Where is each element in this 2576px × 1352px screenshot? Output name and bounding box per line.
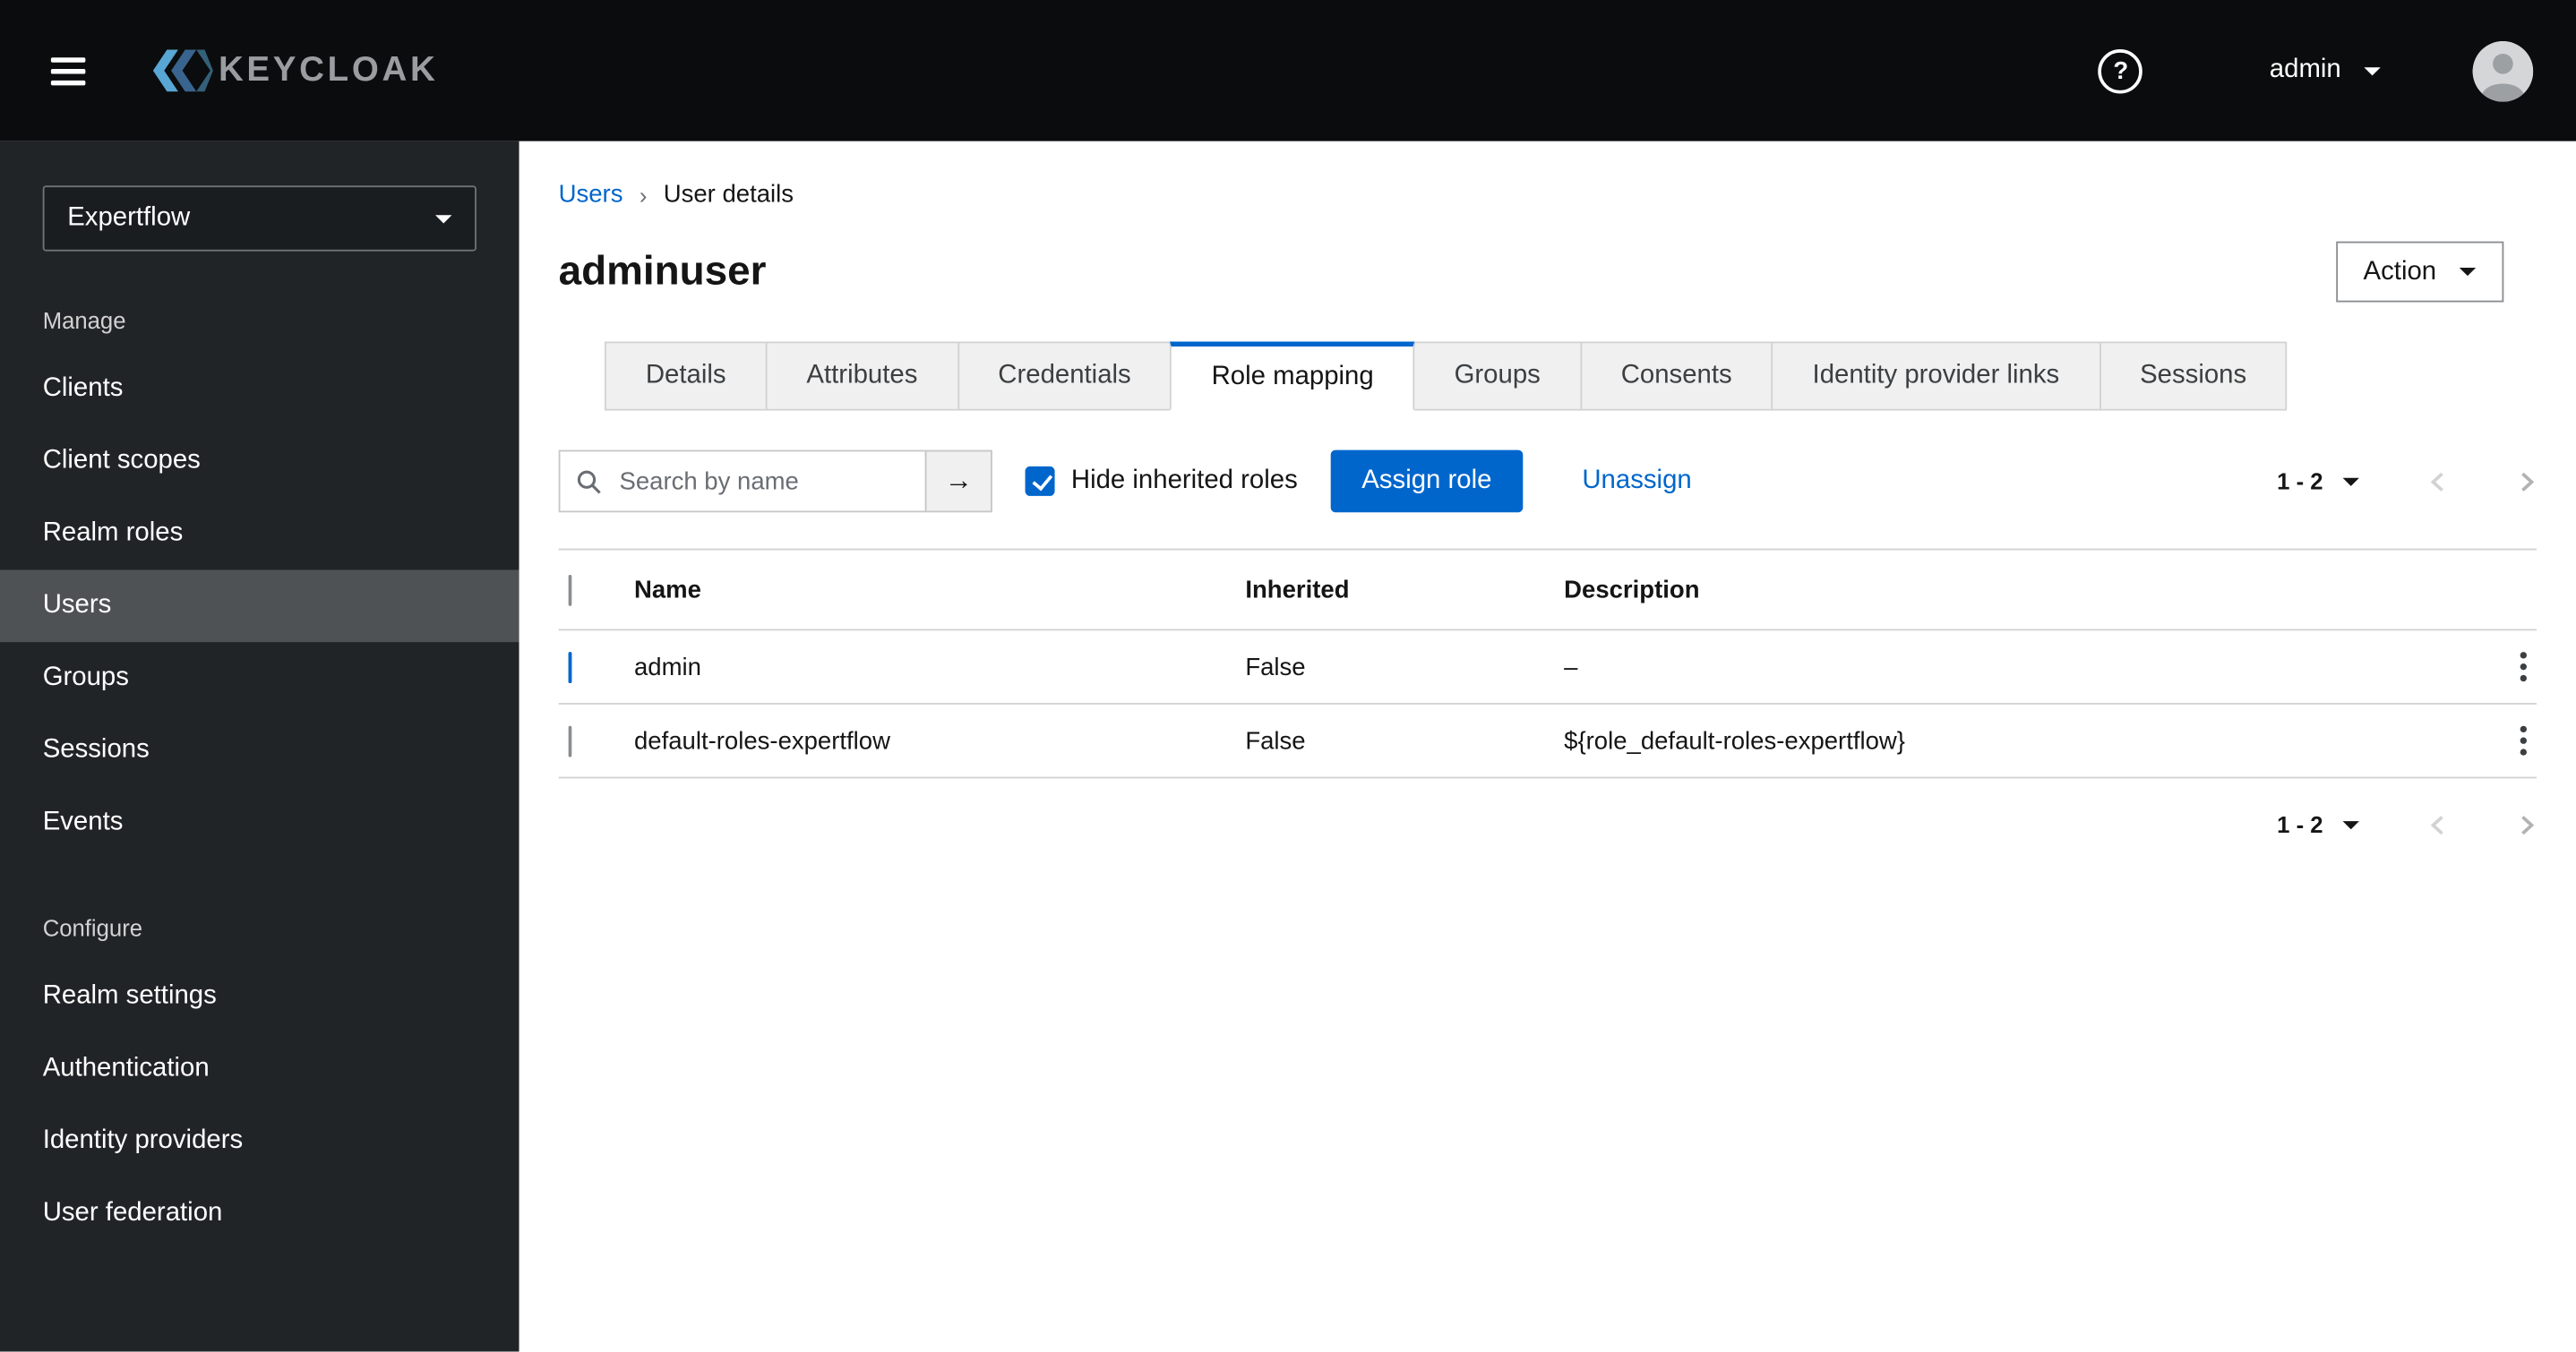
role-description: ${role_default-roles-expertflow}: [1564, 726, 1905, 755]
caret-down-icon: [2342, 820, 2359, 829]
hamburger-menu-icon[interactable]: [45, 44, 92, 98]
keycloak-logo[interactable]: KEYCLOAK: [148, 43, 438, 98]
main-content: Users › User details adminuser Action De…: [519, 141, 2576, 1352]
search-box: [558, 449, 927, 513]
page-header: adminuser Action: [558, 241, 2537, 303]
table-row: default-roles-expertflow False ${role_de…: [558, 705, 2537, 779]
tab-identity-provider-links[interactable]: Identity provider links: [1771, 341, 2101, 411]
tab-sessions[interactable]: Sessions: [2099, 341, 2288, 411]
role-name: admin: [634, 653, 701, 681]
tab-consents[interactable]: Consents: [1579, 341, 1773, 411]
sidebar-item-groups[interactable]: Groups: [0, 642, 519, 715]
row-checkbox-admin[interactable]: [568, 651, 572, 683]
action-dropdown-button[interactable]: Action: [2335, 241, 2504, 303]
masthead: KEYCLOAK ? admin: [0, 0, 2576, 141]
breadcrumb-users-link[interactable]: Users: [559, 181, 623, 209]
pagination-bottom: 1 - 2: [559, 811, 2537, 837]
brand-text: KEYCLOAK: [218, 50, 439, 90]
chevron-left-icon[interactable]: [2428, 812, 2448, 837]
sidebar-item-clients[interactable]: Clients: [0, 353, 519, 425]
caret-down-icon: [2364, 66, 2381, 75]
pagination-range-toggle[interactable]: 1 - 2: [2277, 811, 2359, 837]
user-avatar-icon: [2472, 39, 2534, 101]
sidebar-item-authentication[interactable]: Authentication: [0, 1033, 519, 1106]
tab-role-mapping[interactable]: Role mapping: [1170, 341, 1415, 411]
table-header-row: Name Inherited Description: [558, 550, 2537, 631]
select-all-checkbox[interactable]: [568, 574, 572, 605]
sidebar-item-users[interactable]: Users: [0, 569, 519, 643]
avatar[interactable]: [2472, 39, 2534, 101]
unassign-link[interactable]: Unassign: [1582, 466, 1691, 496]
column-header-description: Description: [1564, 575, 1700, 604]
role-description: –: [1564, 653, 1578, 681]
hide-inherited-roles-checkbox[interactable]: [1025, 466, 1055, 496]
table-row: admin False –: [558, 630, 2537, 705]
pagination-range: 1 - 2: [2277, 467, 2323, 495]
chevron-right-icon[interactable]: [2517, 812, 2537, 837]
tab-credentials[interactable]: Credentials: [957, 341, 1172, 411]
arrow-right-icon: →: [944, 465, 973, 496]
search-icon: [577, 469, 601, 493]
role-inherited: False: [1245, 653, 1306, 681]
pagination-top: 1 - 2: [2277, 468, 2537, 494]
realm-selector-value: Expertflow: [67, 203, 191, 232]
role-inherited: False: [1245, 726, 1306, 755]
sidebar-item-realm-roles[interactable]: Realm roles: [0, 498, 519, 570]
tab-bar: Details Attributes Credentials Role mapp…: [604, 341, 2537, 411]
role-mapping-table: Name Inherited Description admin False –…: [558, 548, 2537, 779]
pagination-range-toggle[interactable]: 1 - 2: [2277, 468, 2359, 494]
nav-section-manage: Manage: [42, 306, 126, 334]
keycloak-logo-icon: [152, 49, 213, 92]
sidebar-item-identity-providers[interactable]: Identity providers: [0, 1105, 519, 1177]
action-dropdown-label: Action: [2363, 257, 2437, 286]
column-header-name: Name: [634, 575, 701, 604]
caret-down-icon: [2342, 476, 2359, 486]
sidebar-item-events[interactable]: Events: [0, 787, 519, 860]
sidebar-item-sessions[interactable]: Sessions: [0, 715, 519, 787]
masthead-right: ? admin: [2099, 39, 2534, 101]
nav-section-configure: Configure: [42, 914, 143, 941]
chevron-down-icon: [435, 214, 452, 223]
chevron-right-icon[interactable]: [2517, 469, 2537, 494]
search-submit-button[interactable]: →: [924, 449, 992, 513]
row-checkbox-default-roles[interactable]: [568, 724, 572, 757]
hide-inherited-roles-label[interactable]: Hide inherited roles: [1071, 466, 1298, 496]
tab-groups[interactable]: Groups: [1413, 341, 1582, 411]
app-window: KEYCLOAK ? admin Expertflow Manage Clien…: [0, 0, 2576, 1352]
user-menu[interactable]: admin: [2270, 56, 2381, 85]
user-menu-label: admin: [2269, 56, 2341, 84]
chevron-left-icon[interactable]: [2428, 469, 2448, 494]
breadcrumb: Users › User details: [559, 141, 2537, 209]
caret-down-icon: [2459, 267, 2477, 277]
assign-role-button[interactable]: Assign role: [1330, 449, 1524, 513]
realm-selector[interactable]: Expertflow: [42, 185, 477, 252]
kebab-menu-icon[interactable]: [2511, 716, 2537, 766]
breadcrumb-separator-icon: ›: [639, 181, 648, 209]
page-title: adminuser: [558, 247, 767, 295]
sidebar-item-realm-settings[interactable]: Realm settings: [0, 961, 519, 1033]
search-group: →: [558, 449, 992, 513]
toolbar: → Hide inherited roles Assign role Unass…: [558, 449, 2537, 513]
column-header-inherited: Inherited: [1245, 575, 1350, 604]
tab-attributes[interactable]: Attributes: [765, 341, 959, 411]
sidebar: Expertflow Manage Clients Client scopes …: [0, 141, 519, 1352]
tab-details[interactable]: Details: [604, 341, 768, 411]
role-name: default-roles-expertflow: [634, 726, 890, 755]
pagination-range: 1 - 2: [2277, 811, 2323, 838]
hide-inherited-roles-group: Hide inherited roles: [1025, 466, 1298, 496]
help-icon[interactable]: ?: [2099, 48, 2143, 93]
search-input[interactable]: [615, 465, 909, 497]
kebab-menu-icon[interactable]: [2511, 642, 2537, 691]
sidebar-item-client-scopes[interactable]: Client scopes: [0, 425, 519, 498]
sidebar-item-user-federation[interactable]: User federation: [0, 1177, 519, 1250]
breadcrumb-current: User details: [663, 180, 794, 209]
